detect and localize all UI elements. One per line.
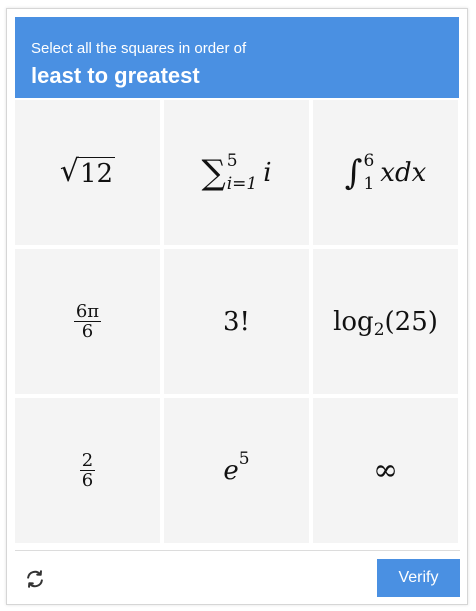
tile-factorial[interactable]: 3! bbox=[164, 249, 309, 394]
upper-limit: 6 bbox=[363, 150, 375, 171]
challenge-instruction: Select all the squares in order of bbox=[31, 40, 247, 57]
radical-sign-icon: √ bbox=[59, 154, 80, 189]
reload-icon[interactable] bbox=[21, 565, 49, 593]
tile-fraction-2-over-6[interactable]: 2 6 bbox=[15, 398, 160, 543]
integrand: xdx bbox=[380, 157, 427, 188]
summand: i bbox=[263, 157, 272, 188]
numerator: 6π bbox=[73, 301, 102, 322]
lower-limit: i=1 bbox=[226, 173, 258, 194]
tile-infinity[interactable]: ∞ bbox=[313, 398, 458, 543]
integral-sign-icon: ∫ bbox=[344, 152, 363, 193]
tile-sqrt-12[interactable]: √ 12 bbox=[15, 100, 160, 245]
log-argument: (25) bbox=[384, 306, 438, 337]
infinity-icon: ∞ bbox=[373, 453, 398, 488]
tile-exponential[interactable]: e 5 bbox=[164, 398, 309, 543]
log-base: 2 bbox=[373, 319, 385, 340]
challenge-header: Select all the squares in order of least… bbox=[15, 17, 459, 98]
math-expression: ∑ 5 i=1 i bbox=[201, 150, 272, 194]
lower-limit: 1 bbox=[363, 173, 375, 194]
math-expression: e 5 bbox=[223, 449, 249, 486]
tile-logarithm[interactable]: log 2 (25) bbox=[313, 249, 458, 394]
captcha-widget: Select all the squares in order of least… bbox=[6, 8, 468, 605]
log-function: log bbox=[333, 306, 374, 337]
footer-divider bbox=[15, 550, 460, 551]
math-expression: 6π 6 bbox=[73, 301, 102, 342]
math-expression: √ 12 bbox=[59, 154, 116, 189]
math-expression: 2 6 bbox=[79, 450, 96, 491]
radicand: 12 bbox=[78, 157, 116, 189]
tile-integral[interactable]: ∫ 6 1 xdx bbox=[313, 100, 458, 245]
math-expression: 3! bbox=[223, 306, 250, 337]
denominator: 6 bbox=[81, 470, 94, 491]
verify-button[interactable]: Verify bbox=[377, 559, 460, 597]
exponent: 5 bbox=[238, 448, 250, 469]
tile-grid: √ 12 ∑ 5 i=1 i ∫ 6 1 xdx 6π 6 3! log 2 (… bbox=[15, 100, 460, 545]
challenge-task: least to greatest bbox=[31, 63, 200, 88]
math-expression: ∫ 6 1 xdx bbox=[344, 150, 427, 194]
denominator: 6 bbox=[81, 321, 94, 342]
sigma-icon: ∑ bbox=[201, 152, 226, 193]
tile-summation[interactable]: ∑ 5 i=1 i bbox=[164, 100, 309, 245]
upper-limit: 5 bbox=[226, 150, 238, 171]
numerator: 2 bbox=[79, 450, 96, 471]
tile-fraction-6pi-over-6[interactable]: 6π 6 bbox=[15, 249, 160, 394]
math-expression: log 2 (25) bbox=[333, 306, 438, 340]
exponent-base: e bbox=[223, 455, 239, 486]
